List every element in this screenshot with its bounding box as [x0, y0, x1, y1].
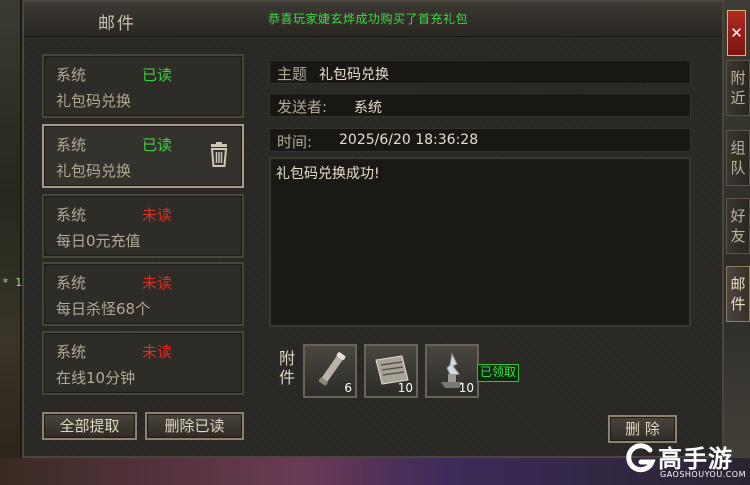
logo-g-icon — [626, 443, 656, 473]
mail-sender: 系统 — [56, 274, 87, 292]
sender-row: 发送者: 系统 — [269, 93, 691, 117]
background-left-edge — [0, 0, 20, 485]
mail-sender: 系统 — [56, 66, 87, 84]
mail-subject: 每日杀怪68个 — [56, 300, 151, 318]
mail-sender: 系统 — [56, 136, 87, 154]
sender-value: 系统 — [354, 100, 382, 116]
mail-item[interactable]: 系统 未读 每日0元充值 — [42, 194, 244, 258]
attachment-slot[interactable]: 10 — [425, 344, 479, 398]
mail-item-selected[interactable]: 系统 已读 礼包码兑换 — [42, 124, 244, 188]
tab-label: 组队 — [730, 139, 746, 177]
tab-nearby[interactable]: 附近 — [726, 60, 750, 116]
close-button[interactable]: ✕ — [727, 10, 746, 56]
watermark-logo: 高手游 GAOSHOUYOU.COM — [622, 436, 750, 485]
time-value: 2025/6/20 18:36:28 — [339, 132, 479, 148]
mail-status: 未读 — [142, 206, 173, 224]
tab-label: 好友 — [730, 207, 746, 245]
time-label: 时间: — [277, 133, 313, 151]
mail-subject: 在线10分钟 — [56, 369, 136, 387]
attachment-count: 10 — [458, 381, 474, 395]
mail-subject: 礼包码兑换 — [56, 92, 132, 110]
mail-item[interactable]: 系统 已读 礼包码兑换 — [42, 54, 244, 118]
subject-row: 主题 礼包码兑换 — [269, 60, 691, 84]
mail-list: 系统 已读 礼包码兑换 系统 已读 礼包码兑换 系统 未读 每日0元充值 系统 … — [42, 54, 244, 402]
close-icon: ✕ — [730, 24, 743, 42]
title-bar: 邮件 恭喜玩家婕玄烨成功购买了首充礼包 — [24, 2, 722, 37]
time-row: 时间: 2025/6/20 18:36:28 — [269, 128, 691, 152]
tab-label: 邮件 — [730, 275, 746, 313]
sender-label: 发送者: — [277, 98, 328, 116]
attachment-slot[interactable]: 10 — [364, 344, 418, 398]
subject-value: 礼包码兑换 — [319, 67, 389, 83]
tab-team[interactable]: 组队 — [726, 130, 750, 186]
attachment-count: 10 — [397, 381, 413, 395]
tab-label: 附近 — [730, 69, 746, 107]
mail-status: 未读 — [142, 343, 173, 361]
mail-subject: 礼包码兑换 — [56, 162, 132, 180]
tab-friends[interactable]: 好友 — [726, 198, 750, 254]
attachment-slot[interactable]: 6 — [303, 344, 357, 398]
trash-icon[interactable] — [208, 142, 230, 168]
mail-window: 邮件 恭喜玩家婕玄烨成功购买了首充礼包 系统 已读 礼包码兑换 系统 已读 礼包… — [22, 0, 724, 458]
mail-item[interactable]: 系统 未读 每日杀怪68个 — [42, 262, 244, 326]
announcement-text: 恭喜玩家婕玄烨成功购买了首充礼包 — [268, 12, 469, 26]
mail-status: 已读 — [142, 66, 173, 84]
mail-status: 未读 — [142, 274, 173, 292]
claimed-badge: 已领取 — [477, 364, 520, 382]
window-title: 邮件 — [98, 14, 136, 34]
mail-status: 已读 — [142, 136, 173, 154]
mail-content-box: 礼包码兑换成功! — [269, 157, 691, 327]
watermark-subtext: GAOSHOUYOU.COM — [660, 470, 747, 479]
watermark-text: 高手游 — [658, 445, 733, 473]
tab-mail[interactable]: 邮件 — [726, 266, 750, 322]
mail-item[interactable]: 系统 未读 在线10分钟 — [42, 331, 244, 395]
delete-read-button[interactable]: 删除已读 — [145, 412, 244, 440]
mail-sender: 系统 — [56, 206, 87, 224]
claim-all-button[interactable]: 全部提取 — [42, 412, 137, 440]
attachments-label: 附件 — [279, 349, 296, 387]
attachment-count: 6 — [344, 381, 352, 395]
mail-subject: 每日0元充值 — [56, 232, 141, 250]
mail-sender: 系统 — [56, 343, 87, 361]
mail-content-text: 礼包码兑换成功! — [276, 166, 380, 182]
left-edge-marker: * 1 — [2, 276, 22, 289]
subject-label: 主题 — [277, 65, 308, 83]
